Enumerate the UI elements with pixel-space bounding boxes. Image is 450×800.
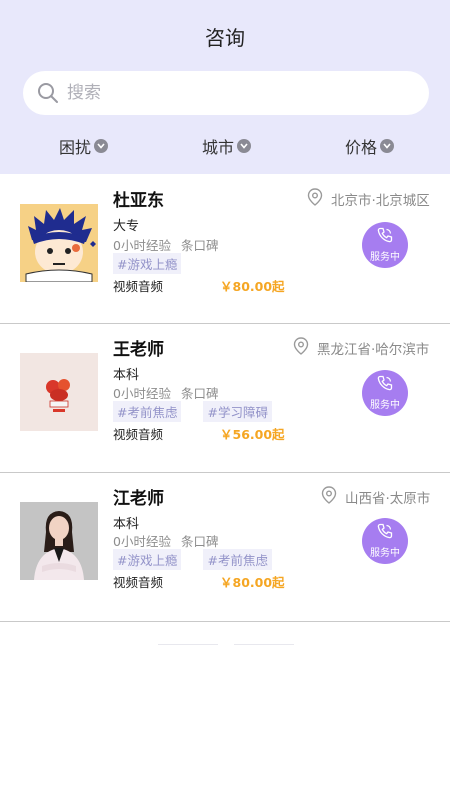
chevron-down-icon xyxy=(380,139,395,153)
divider xyxy=(234,644,294,645)
phone-icon xyxy=(377,375,393,395)
price: ￥80.00起 xyxy=(220,575,285,590)
education: 大专 xyxy=(113,219,140,234)
price: ￥80.00起 xyxy=(220,279,285,294)
chevron-down-icon xyxy=(94,139,109,153)
experience: 0小时经验 xyxy=(113,534,171,549)
service-label: 服务中 xyxy=(370,548,400,559)
avatar xyxy=(20,353,98,431)
filter-label: 困扰 xyxy=(59,138,92,157)
phone-icon xyxy=(377,523,393,543)
chevron-down-icon xyxy=(237,139,252,153)
avatar xyxy=(20,502,98,580)
search-input[interactable] xyxy=(67,83,397,103)
location-text: 北京市·北京城区 xyxy=(331,193,430,209)
experience: 0小时经验 xyxy=(113,386,171,401)
tag: #考前焦虑 xyxy=(113,401,182,422)
counselor-card[interactable]: 江老师 山西省·太原市 本科 0小时经验 条口碑 #游戏上瘾 #考前焦虑 视频音频… xyxy=(0,474,450,622)
location-text: 山西省·太原市 xyxy=(345,491,431,507)
tag: #学习障碍 xyxy=(203,401,272,422)
reviews: 条口碑 xyxy=(180,238,219,253)
location: 黑龙江省·哈尔滨市 xyxy=(293,337,429,359)
service-button[interactable]: 服务中 xyxy=(362,518,408,564)
page-title: 咨询 xyxy=(205,26,245,50)
search-icon xyxy=(37,82,59,104)
location-pin-icon xyxy=(293,337,317,359)
consult-mode: 视频音频 xyxy=(113,427,164,442)
price: ￥56.00起 xyxy=(220,427,285,442)
service-button[interactable]: 服务中 xyxy=(362,222,408,268)
counselor-meta: 0小时经验 条口碑 xyxy=(113,531,218,550)
counselor-name: 江老师 xyxy=(113,489,164,509)
filter-city[interactable]: 城市 xyxy=(202,134,252,158)
tag: #考前焦虑 xyxy=(203,549,272,570)
counselor-card[interactable]: 王老师 黑龙江省·哈尔滨市 本科 0小时经验 条口碑 #考前焦虑 #学习障碍 视频… xyxy=(0,325,450,473)
search-bar[interactable] xyxy=(23,71,429,115)
counselor-meta: 0小时经验 条口碑 xyxy=(113,383,218,402)
location-text: 黑龙江省·哈尔滨市 xyxy=(317,342,430,358)
counselor-name: 杜亚东 xyxy=(113,191,164,211)
filter-price[interactable]: 价格 xyxy=(345,134,395,158)
consult-mode: 视频音频 xyxy=(113,575,164,590)
phone-icon xyxy=(377,227,393,247)
avatar xyxy=(20,204,98,282)
location-pin-icon xyxy=(307,188,331,210)
counselor-meta: 0小时经验 条口碑 xyxy=(113,235,218,254)
reviews: 条口碑 xyxy=(180,534,219,549)
location-pin-icon xyxy=(321,486,345,508)
header: 咨询 困扰 城市 价格 xyxy=(0,0,450,174)
tag-list: #游戏上瘾 xyxy=(113,253,203,274)
location: 北京市·北京城区 xyxy=(307,188,430,210)
service-label: 服务中 xyxy=(370,252,400,263)
tag: #游戏上瘾 xyxy=(113,253,182,274)
location: 山西省·太原市 xyxy=(321,486,430,508)
counselor-name: 王老师 xyxy=(113,340,164,360)
education: 本科 xyxy=(113,368,140,383)
consult-mode: 视频音频 xyxy=(113,279,164,294)
filter-bar: 困扰 城市 价格 xyxy=(0,134,450,162)
reviews: 条口碑 xyxy=(180,386,219,401)
tag: #游戏上瘾 xyxy=(113,549,182,570)
education: 本科 xyxy=(113,517,140,532)
experience: 0小时经验 xyxy=(113,238,171,253)
counselor-card[interactable]: 杜亚东 北京市·北京城区 大专 0小时经验 条口碑 #游戏上瘾 视频音频 ￥80.… xyxy=(0,176,450,324)
filter-label: 城市 xyxy=(202,138,235,157)
divider xyxy=(158,644,218,645)
service-label: 服务中 xyxy=(370,400,400,411)
filter-label: 价格 xyxy=(345,138,378,157)
filter-trouble[interactable]: 困扰 xyxy=(59,134,109,158)
tag-list: #游戏上瘾 #考前焦虑 xyxy=(113,549,294,570)
service-button[interactable]: 服务中 xyxy=(362,370,408,416)
tag-list: #考前焦虑 #学习障碍 xyxy=(113,401,294,422)
